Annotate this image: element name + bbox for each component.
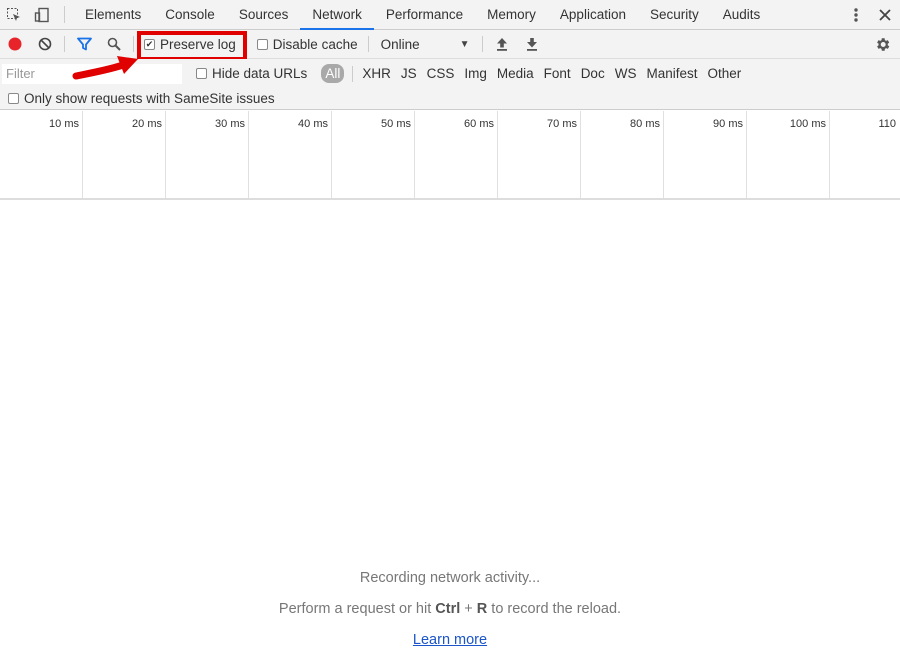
toolbar-separator (133, 36, 134, 52)
preserve-log-highlight-box (137, 31, 247, 61)
dropdown-caret-icon: ▼ (459, 38, 470, 50)
type-filter-font[interactable]: Font (539, 66, 576, 81)
timeline-tick: 100 ms (747, 111, 830, 198)
checkbox-box[interactable] (8, 93, 19, 104)
record-button[interactable] (0, 30, 30, 58)
filter-icon[interactable] (69, 30, 99, 58)
checkbox-box[interactable] (256, 38, 268, 50)
toolbar-separator (64, 36, 65, 52)
type-filter-doc[interactable]: Doc (576, 66, 610, 81)
type-filter-all[interactable]: All (321, 64, 345, 83)
devtools-tabbar: Elements Console Sources Network Perform… (0, 0, 900, 30)
samesite-checkbox[interactable]: Only show requests with SameSite issues (8, 91, 281, 106)
search-icon[interactable] (99, 30, 129, 58)
samesite-filter-row: Only show requests with SameSite issues (0, 88, 900, 110)
learn-more-link[interactable]: Learn more (413, 632, 487, 648)
tab-performance[interactable]: Performance (374, 0, 475, 29)
tab-sources[interactable]: Sources (227, 0, 301, 29)
close-devtools-icon[interactable] (870, 9, 900, 21)
timeline-tick: 70 ms (498, 111, 581, 198)
reload-hint: Perform a request or hit Ctrl + R to rec… (278, 601, 622, 617)
toolbar-separator (352, 65, 354, 82)
timeline-overview[interactable]: 10 ms 20 ms 30 ms 40 ms 50 ms 60 ms 70 m… (0, 111, 900, 200)
checkbox-box[interactable] (196, 68, 207, 79)
red-arrow-annotation (72, 56, 138, 80)
recording-message: Recording network activity... (359, 570, 541, 586)
tab-security[interactable]: Security (638, 0, 711, 29)
timeline-tick: 110 (878, 118, 896, 130)
throttling-select[interactable]: Online ▼ (373, 37, 478, 52)
tab-elements[interactable]: Elements (73, 0, 153, 29)
samesite-label: Only show requests with SameSite issues (24, 91, 275, 106)
r-key: R (476, 601, 488, 617)
more-options-icon[interactable] (842, 7, 870, 23)
inspect-element-icon[interactable] (0, 0, 28, 29)
timeline-tick: 40 ms (249, 111, 332, 198)
timeline-tick: 60 ms (415, 111, 498, 198)
hide-data-urls-checkbox[interactable]: Hide data URLs (190, 66, 313, 81)
tab-separator (64, 6, 65, 23)
clear-button[interactable] (30, 30, 60, 58)
throttling-value: Online (380, 36, 420, 52)
tab-application[interactable]: Application (548, 0, 638, 29)
tab-network[interactable]: Network (300, 0, 374, 30)
disable-cache-checkbox[interactable]: Disable cache (251, 37, 364, 52)
timeline-tick: 50 ms (332, 111, 415, 198)
type-filter-xhr[interactable]: XHR (357, 66, 396, 81)
timeline-tick: 20 ms (83, 111, 166, 198)
tab-memory[interactable]: Memory (475, 0, 548, 29)
timeline-tick: 30 ms (166, 111, 249, 198)
export-har-icon[interactable] (517, 30, 547, 58)
type-filter-js[interactable]: JS (396, 66, 422, 81)
type-filter-manifest[interactable]: Manifest (641, 66, 702, 81)
import-har-icon[interactable] (487, 30, 517, 58)
resource-type-filters: All XHR JS CSS Img Media Font Doc WS Man… (317, 64, 746, 83)
settings-gear-icon[interactable] (872, 33, 892, 55)
timeline-tick: 80 ms (581, 111, 664, 198)
toolbar-separator (481, 36, 483, 52)
tab-audits[interactable]: Audits (711, 0, 773, 29)
ctrl-key: Ctrl (435, 601, 461, 617)
type-filter-ws[interactable]: WS (610, 66, 642, 81)
type-filter-img[interactable]: Img (459, 66, 492, 81)
type-filter-other[interactable]: Other (702, 66, 746, 81)
type-filter-css[interactable]: CSS (422, 66, 460, 81)
timeline-tick: 90 ms (664, 111, 747, 198)
timeline-tick: 10 ms (0, 111, 83, 198)
disable-cache-label: Disable cache (272, 36, 358, 52)
toolbar-separator (367, 36, 369, 52)
type-filter-media[interactable]: Media (492, 66, 539, 81)
hide-data-urls-label: Hide data URLs (212, 66, 308, 81)
tab-console[interactable]: Console (153, 0, 227, 29)
device-toolbar-icon[interactable] (28, 0, 56, 29)
